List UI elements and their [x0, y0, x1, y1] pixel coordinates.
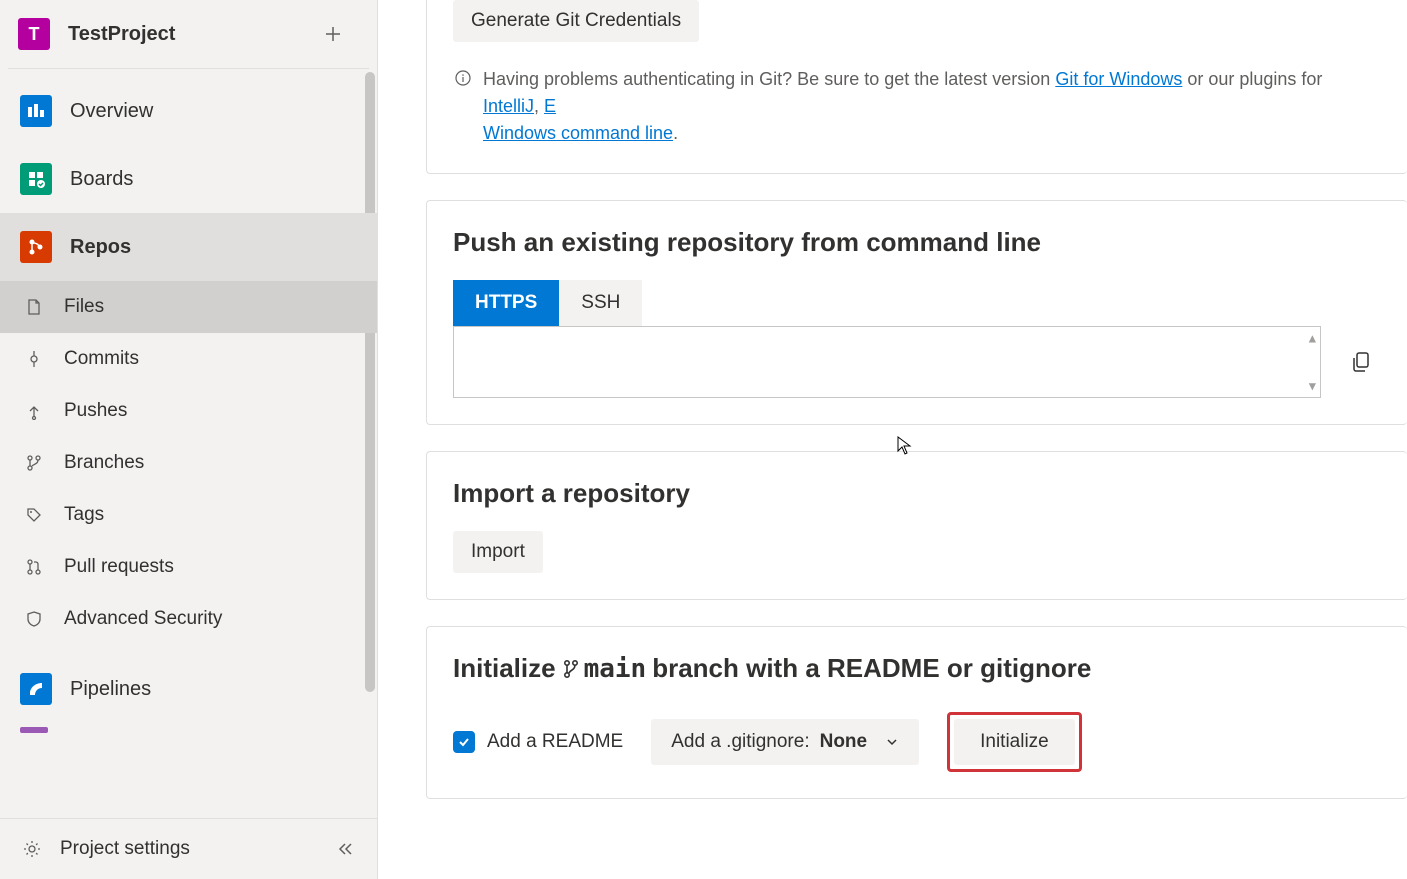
- nav-commits[interactable]: Commits: [0, 333, 377, 385]
- nav-pushes[interactable]: Pushes: [0, 385, 377, 437]
- push-command-box[interactable]: ▲ ▼: [453, 326, 1321, 398]
- gitignore-dropdown-label: Add a .gitignore:: [671, 731, 809, 753]
- readme-checkbox-row[interactable]: Add a README: [453, 731, 623, 753]
- pushes-icon: [22, 399, 46, 423]
- info-text-1: Having problems authenticating in Git? B…: [483, 69, 1055, 89]
- link-windows-cmd[interactable]: Windows command line: [483, 123, 673, 143]
- gear-icon: [20, 837, 44, 861]
- info-text-2: or our plugins for: [1182, 69, 1322, 89]
- nav-pipelines-label: Pipelines: [70, 678, 151, 701]
- info-text-end: .: [673, 123, 678, 143]
- protocol-tabs: HTTPS SSH: [453, 280, 1381, 326]
- nav-commits-label: Commits: [64, 348, 139, 370]
- collapse-sidebar-button[interactable]: [333, 837, 357, 861]
- initialize-button[interactable]: Initialize: [954, 719, 1075, 765]
- clone-card: Generate Git Credentials Having problems…: [426, 0, 1407, 174]
- sidebar-nav: Overview Boards Repos File: [0, 69, 377, 818]
- nav-repos-label: Repos: [70, 236, 131, 259]
- initialize-button-highlight: Initialize: [947, 712, 1082, 772]
- readme-checkbox[interactable]: [453, 731, 475, 753]
- main-content: Generate Git Credentials Having problems…: [378, 0, 1407, 879]
- gitignore-dropdown[interactable]: Add a .gitignore: None: [651, 719, 919, 765]
- shield-icon: [22, 607, 46, 631]
- nav-boards-label: Boards: [70, 168, 133, 191]
- commits-icon: [22, 347, 46, 371]
- nav-item-partial: [20, 727, 48, 733]
- project-avatar[interactable]: T: [18, 18, 50, 50]
- nav-pull-requests-label: Pull requests: [64, 556, 174, 578]
- link-git-for-windows[interactable]: Git for Windows: [1055, 69, 1182, 89]
- info-message: Having problems authenticating in Git? B…: [453, 66, 1381, 147]
- pull-requests-icon: [22, 555, 46, 579]
- copy-button[interactable]: [1341, 342, 1381, 382]
- nav-overview-label: Overview: [70, 100, 153, 123]
- tab-https[interactable]: HTTPS: [453, 280, 559, 326]
- nav-advanced-security-label: Advanced Security: [64, 608, 222, 630]
- nav-advanced-security[interactable]: Advanced Security: [0, 593, 377, 645]
- nav-pull-requests[interactable]: Pull requests: [0, 541, 377, 593]
- import-card: Import a repository Import: [426, 451, 1407, 600]
- nav-branches-label: Branches: [64, 452, 144, 474]
- nav-tags[interactable]: Tags: [0, 489, 377, 541]
- scroll-up-icon[interactable]: ▲: [1309, 331, 1316, 345]
- nav-pushes-label: Pushes: [64, 400, 127, 422]
- sidebar-footer: Project settings: [0, 818, 377, 879]
- project-settings-link[interactable]: Project settings: [20, 837, 190, 861]
- nav-branches[interactable]: Branches: [0, 437, 377, 489]
- project-settings-label: Project settings: [60, 838, 190, 860]
- tab-ssh[interactable]: SSH: [559, 280, 642, 326]
- nav-boards[interactable]: Boards: [0, 145, 377, 213]
- initialize-card: Initialize main branch with a README or …: [426, 626, 1407, 799]
- sidebar: T TestProject Overview Boards: [0, 0, 378, 879]
- sidebar-header: T TestProject: [8, 0, 369, 69]
- branch-name: main: [584, 654, 647, 684]
- generate-credentials-button[interactable]: Generate Git Credentials: [453, 0, 699, 42]
- branch-icon: [562, 659, 580, 679]
- scroll-down-icon[interactable]: ▼: [1309, 379, 1316, 393]
- info-text-3: ,: [534, 96, 544, 116]
- chevron-double-left-icon: [336, 840, 354, 858]
- nav-files-label: Files: [64, 296, 104, 318]
- import-button[interactable]: Import: [453, 531, 543, 573]
- checkmark-icon: [457, 735, 471, 749]
- project-name[interactable]: TestProject: [68, 23, 319, 46]
- info-icon: [453, 68, 473, 88]
- copy-icon: [1351, 351, 1371, 373]
- readme-checkbox-label: Add a README: [487, 731, 623, 753]
- nav-overview[interactable]: Overview: [0, 77, 377, 145]
- link-partial[interactable]: E: [544, 96, 556, 116]
- branches-icon: [22, 451, 46, 475]
- nav-pipelines[interactable]: Pipelines: [0, 655, 377, 723]
- import-section-title: Import a repository: [453, 478, 1381, 509]
- repos-icon: [20, 231, 52, 263]
- add-button[interactable]: [319, 20, 347, 48]
- pipelines-icon: [20, 673, 52, 705]
- chevron-down-icon: [885, 735, 899, 749]
- push-card: Push an existing repository from command…: [426, 200, 1407, 425]
- nav-files[interactable]: Files: [0, 281, 377, 333]
- initialize-section-title: Initialize main branch with a README or …: [453, 653, 1381, 684]
- boards-icon: [20, 163, 52, 195]
- files-icon: [22, 295, 46, 319]
- push-section-title: Push an existing repository from command…: [453, 227, 1381, 258]
- nav-tags-label: Tags: [64, 504, 104, 526]
- link-intellij[interactable]: IntelliJ: [483, 96, 534, 116]
- nav-repos[interactable]: Repos: [0, 213, 377, 281]
- plus-icon: [324, 25, 342, 43]
- gitignore-dropdown-value: None: [820, 731, 868, 753]
- overview-icon: [20, 95, 52, 127]
- tags-icon: [22, 503, 46, 527]
